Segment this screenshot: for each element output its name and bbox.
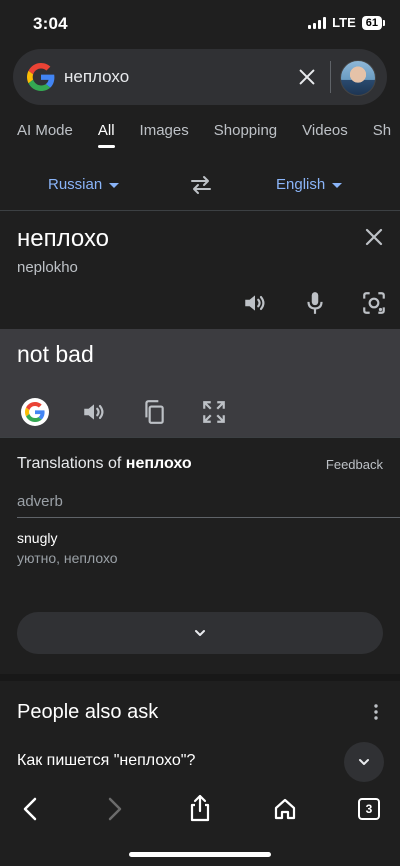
transliteration: neplokho bbox=[17, 259, 78, 276]
show-more-button[interactable] bbox=[17, 612, 383, 654]
search-input[interactable]: неплохо bbox=[64, 67, 129, 87]
google-logo-icon bbox=[25, 402, 45, 422]
chevron-down-icon bbox=[332, 182, 343, 188]
battery-icon: 61 bbox=[361, 15, 386, 30]
home-indicator bbox=[129, 852, 271, 857]
tab-ai-mode[interactable]: AI Mode bbox=[17, 122, 73, 139]
back-icon[interactable] bbox=[20, 797, 42, 821]
google-logo-icon bbox=[27, 63, 55, 91]
divider bbox=[17, 517, 400, 518]
status-time: 3:04 bbox=[33, 14, 68, 33]
target-language-select[interactable]: English bbox=[276, 176, 343, 193]
clear-search-icon[interactable] bbox=[296, 66, 318, 88]
tab-shopping[interactable]: Shopping bbox=[214, 122, 277, 139]
source-language-label: Russian bbox=[48, 176, 103, 193]
camera-lens-icon[interactable] bbox=[361, 290, 387, 316]
people-also-ask-title: People also ask bbox=[17, 701, 159, 723]
tab-all[interactable]: All bbox=[97, 122, 115, 148]
home-icon[interactable] bbox=[273, 797, 297, 821]
tab-shortened[interactable]: Sh bbox=[373, 122, 391, 139]
translation-word[interactable]: snugly bbox=[17, 530, 57, 546]
divider bbox=[0, 437, 400, 438]
network-label: LTE bbox=[332, 15, 356, 30]
chevron-down-icon bbox=[109, 182, 120, 188]
status-indicators: LTE 61 bbox=[308, 15, 386, 30]
share-icon[interactable] bbox=[187, 794, 213, 822]
forward-icon[interactable] bbox=[103, 797, 125, 821]
question-item[interactable]: Как пишется "неплохо"? bbox=[17, 752, 195, 770]
question-expand-button[interactable] bbox=[344, 742, 384, 782]
microphone-icon[interactable] bbox=[302, 290, 328, 316]
copy-icon[interactable] bbox=[141, 399, 167, 425]
chevron-down-icon bbox=[359, 759, 369, 765]
source-text[interactable]: неплохо bbox=[17, 225, 109, 253]
speaker-icon[interactable] bbox=[242, 290, 268, 316]
more-options-icon[interactable] bbox=[368, 703, 384, 721]
translated-text: not bad bbox=[17, 341, 94, 367]
swap-languages-icon[interactable] bbox=[189, 174, 213, 196]
target-language-label: English bbox=[276, 176, 326, 193]
divider bbox=[0, 210, 400, 211]
signal-icon bbox=[308, 16, 327, 29]
source-language-select[interactable]: Russian bbox=[48, 176, 120, 193]
feedback-link[interactable]: Feedback bbox=[326, 457, 383, 472]
part-of-speech: adverb bbox=[17, 493, 63, 510]
tab-images[interactable]: Images bbox=[140, 122, 189, 139]
avatar[interactable] bbox=[340, 60, 376, 96]
section-separator bbox=[0, 674, 400, 681]
search-divider bbox=[330, 61, 331, 93]
translation-back: уютно, неплохо bbox=[17, 550, 118, 566]
tab-videos[interactable]: Videos bbox=[302, 122, 348, 139]
search-tabs: AI Mode All Images Shopping Videos Sh bbox=[17, 122, 400, 148]
chevron-down-icon bbox=[195, 630, 205, 636]
translations-heading-word: неплохо bbox=[125, 455, 192, 472]
speaker-icon[interactable] bbox=[81, 399, 107, 425]
close-icon[interactable] bbox=[362, 225, 386, 249]
fullscreen-icon[interactable] bbox=[201, 399, 227, 425]
translations-heading: Translations of неплохо bbox=[17, 455, 192, 472]
tabs-count-button[interactable]: 3 bbox=[358, 798, 380, 820]
google-lens-button[interactable] bbox=[21, 398, 49, 426]
